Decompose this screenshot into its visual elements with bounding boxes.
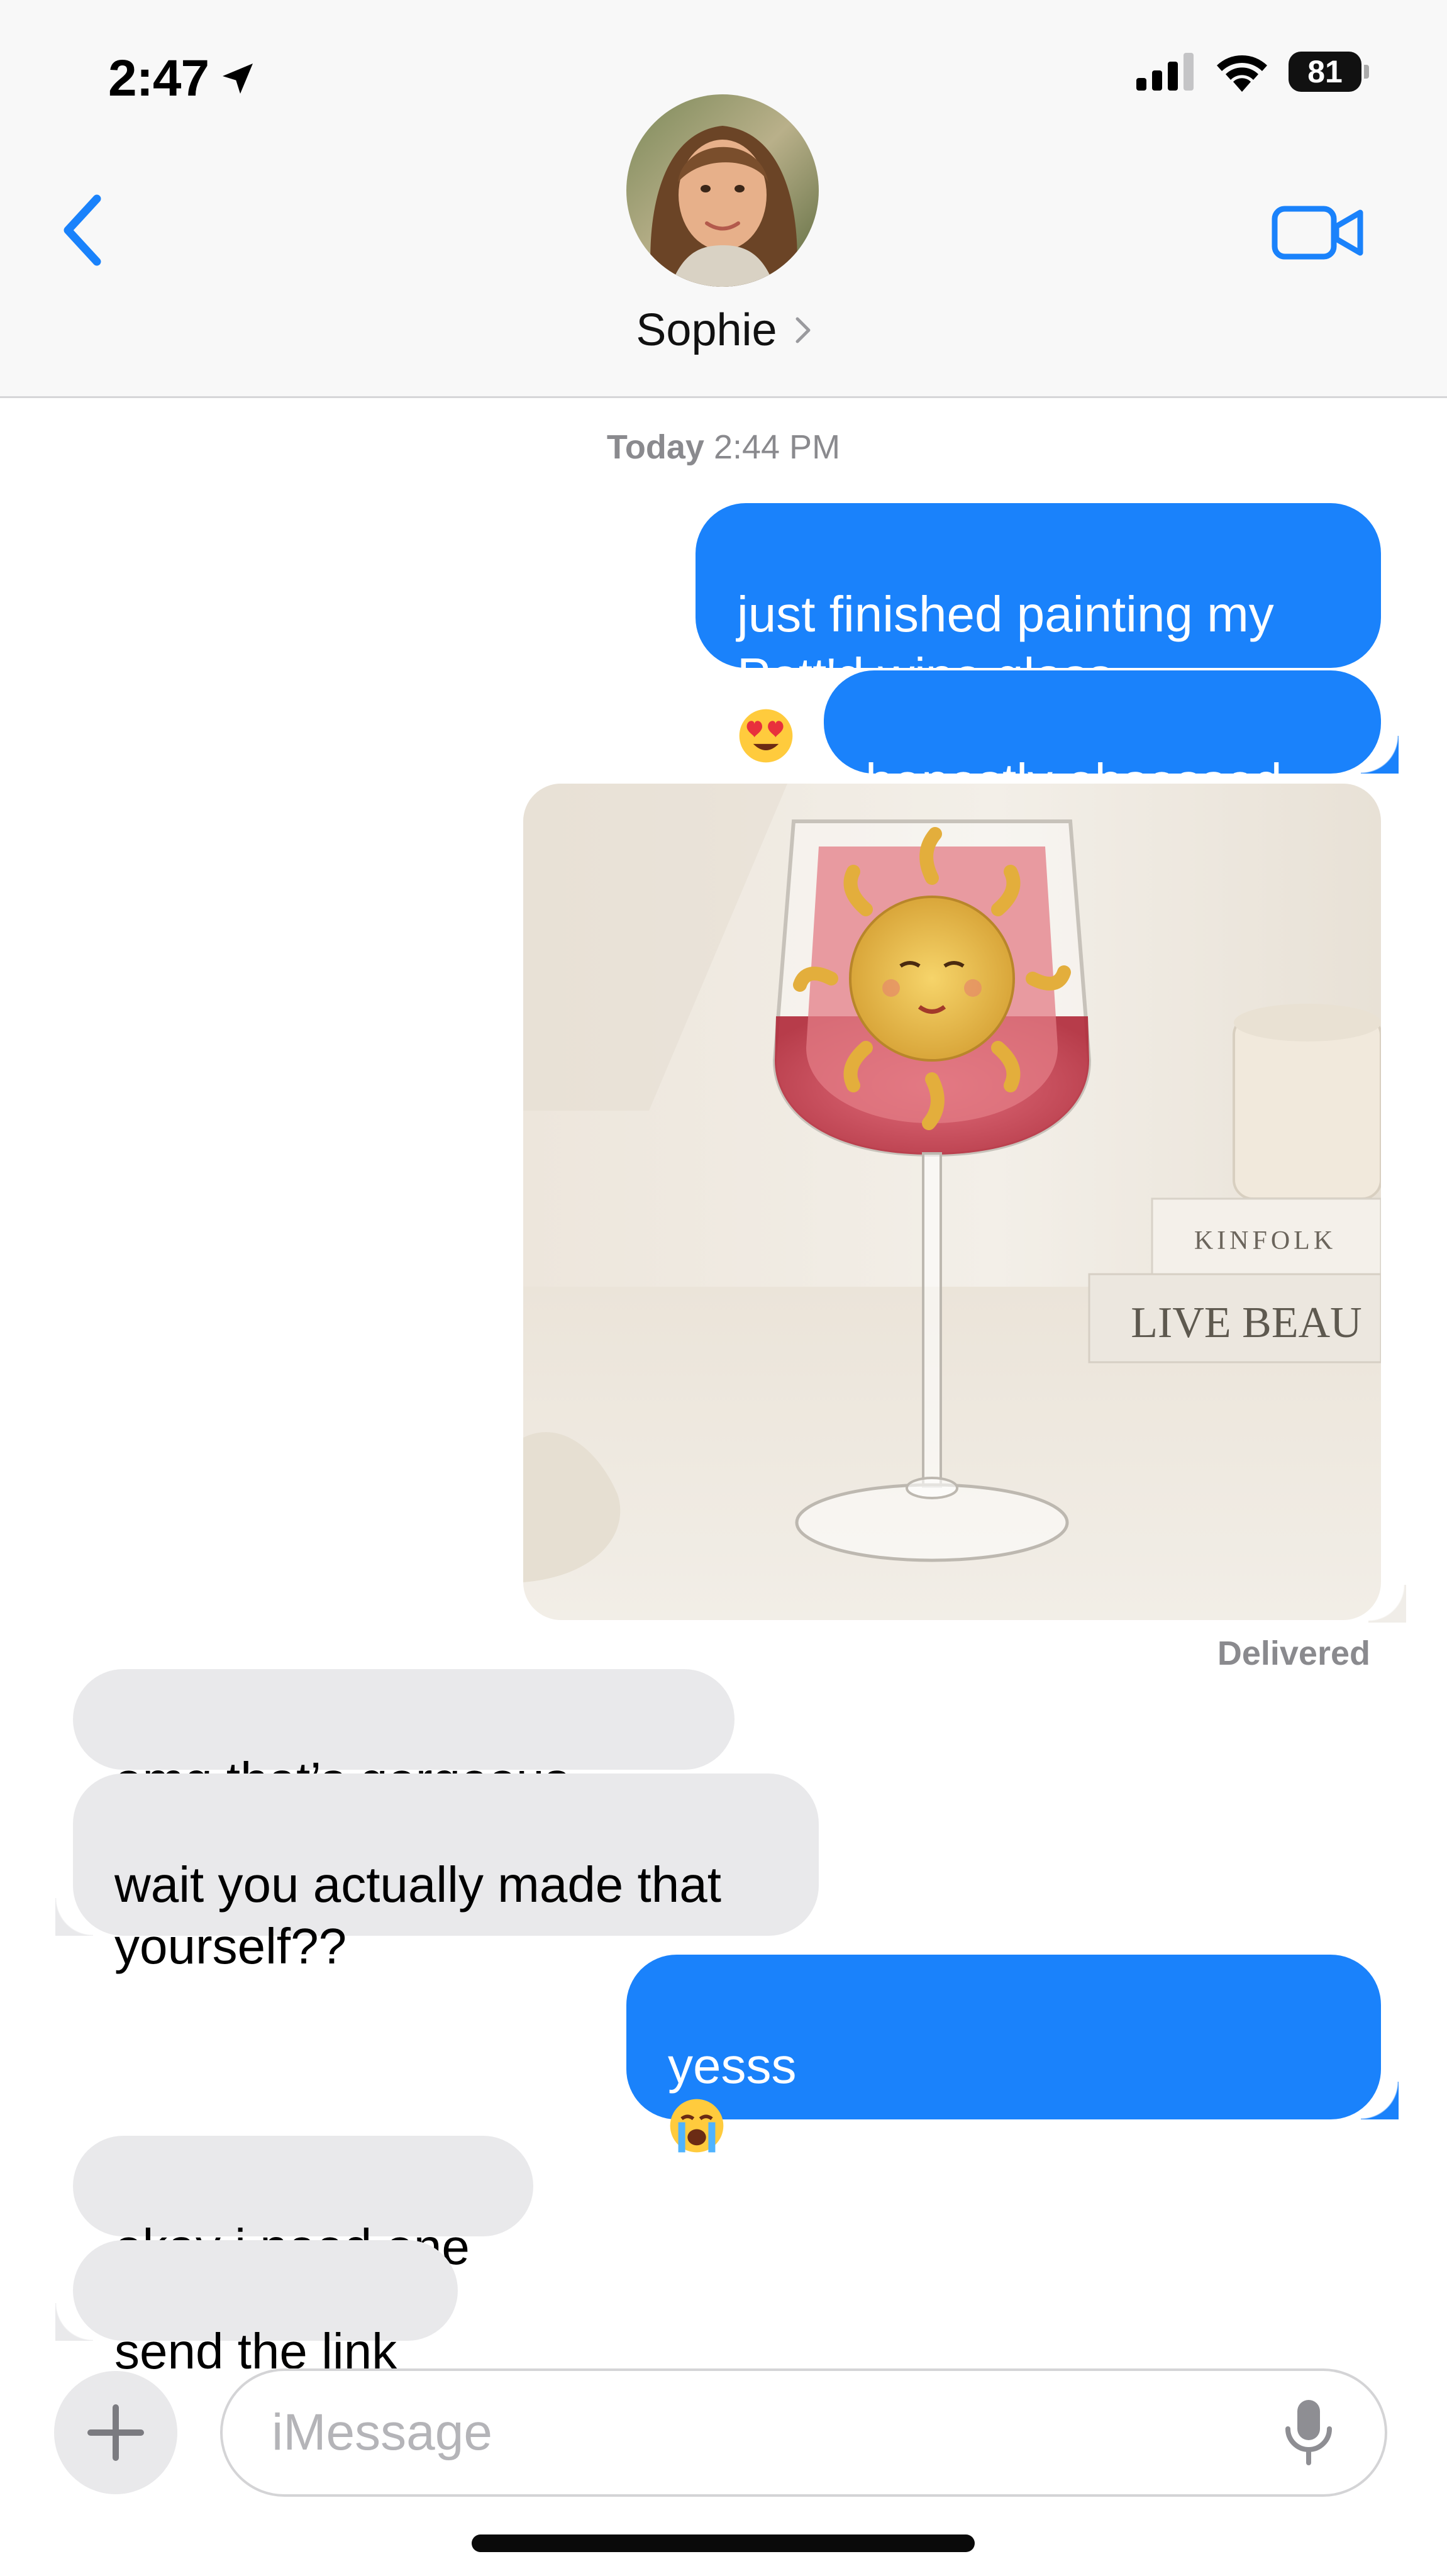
location-arrow-icon <box>223 64 253 94</box>
message-input[interactable] <box>220 2368 1387 2497</box>
status-indicators: 81 <box>1136 52 1369 92</box>
incoming-message[interactable]: wait you actually made that yourself?? <box>55 1774 819 1974</box>
timestamp-day: Today <box>606 428 704 466</box>
status-time: 2:47 <box>108 49 258 108</box>
video-camera-icon[interactable] <box>1271 203 1365 263</box>
cellular-signal-icon <box>1136 53 1194 91</box>
chevron-right-icon <box>796 317 811 343</box>
back-chevron-icon[interactable] <box>58 192 108 268</box>
message-text: wait you actually made that yourself?? <box>114 1857 721 1974</box>
photo-message[interactable]: KINFOLK LIVE BEAU <box>523 784 1381 1620</box>
photo-bubble-tail <box>1368 1585 1406 1623</box>
wifi-icon <box>1217 55 1267 92</box>
message-text-after: it was way easier than i expected <box>668 2161 1051 2279</box>
loudly-crying-emoji <box>670 2099 724 2153</box>
battery-icon: 81 <box>1289 52 1369 92</box>
battery-cap <box>1364 65 1369 79</box>
outgoing-message[interactable]: honestly obsessed <box>824 670 1399 809</box>
plus-icon <box>87 2404 144 2461</box>
home-indicator[interactable] <box>472 2534 975 2552</box>
battery-level: 81 <box>1289 52 1361 92</box>
book-title-kinfolk: KINFOLK <box>1194 1226 1336 1255</box>
delivered-status: Delivered <box>1217 1635 1370 1672</box>
microphone-icon[interactable] <box>1280 2397 1337 2468</box>
message-text-before: yesss <box>668 2038 797 2094</box>
conversation-header: 2:47 81 Sophie <box>0 0 1447 398</box>
conversation-timestamp: Today 2:44 PM <box>0 428 1447 467</box>
book-title-live-beau: LIVE BEAU <box>1131 1299 1361 1347</box>
contact-avatar[interactable] <box>626 94 819 287</box>
outgoing-message[interactable]: just finished painting my Pott'd wine gl… <box>696 503 1381 763</box>
contact-name: Sophie <box>636 305 777 355</box>
incoming-message[interactable]: omg that’s gorgeous <box>73 1669 735 1867</box>
heart-eyes-emoji <box>739 709 793 763</box>
timestamp-time: 2:44 PM <box>713 428 841 466</box>
apps-plus-button[interactable] <box>54 2371 177 2494</box>
wine-glass-photo: KINFOLK LIVE BEAU <box>523 784 1381 1620</box>
contact-name-button[interactable]: Sophie <box>0 304 1447 356</box>
incoming-message[interactable]: send the link <box>55 2240 458 2379</box>
status-time-label: 2:47 <box>108 50 209 107</box>
outgoing-message[interactable]: yesss it was way easier than i expected <box>626 1955 1399 2279</box>
avatar-photo <box>626 94 819 287</box>
incoming-message[interactable]: okay i need one <box>73 2136 533 2275</box>
